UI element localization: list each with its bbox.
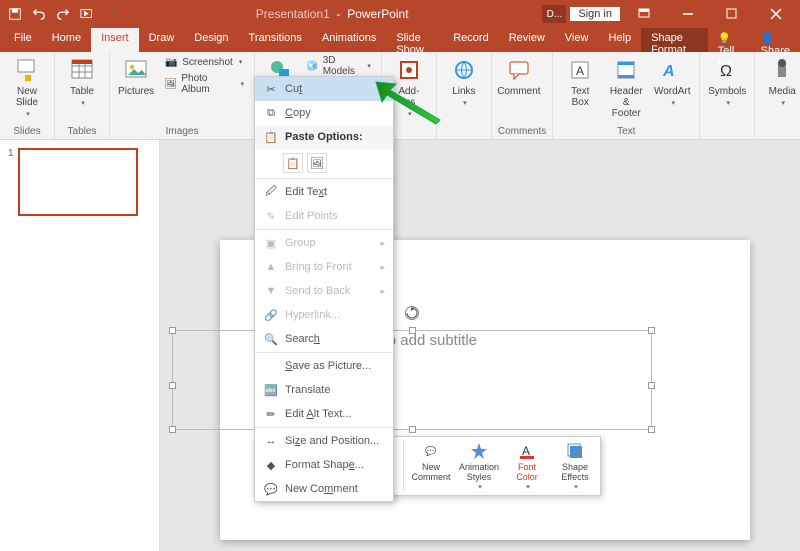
mini-shape-effects[interactable]: Shape Effects — [554, 441, 596, 491]
media-button[interactable]: Media — [761, 54, 800, 109]
edit-text-icon: 🖉 — [263, 184, 279, 200]
tab-help[interactable]: Help — [598, 28, 641, 52]
start-from-beginning-icon[interactable] — [76, 3, 98, 25]
ctx-hyperlink: 🔗Hyperlink... — [255, 303, 393, 327]
comment-icon: 💬 — [263, 481, 279, 497]
group-label-images: Images — [116, 125, 248, 137]
ctx-format-shape[interactable]: ◆Format Shape... — [255, 453, 393, 477]
tab-shape-format[interactable]: Shape Format — [641, 28, 708, 52]
svg-text:Ω: Ω — [720, 63, 732, 80]
copy-icon: ⧉ — [263, 105, 279, 121]
tab-slideshow[interactable]: Slide Show — [386, 28, 443, 52]
share-button[interactable]: 👤 Share — [751, 28, 800, 52]
title-bar: Presentation1 - PowerPoint D... Sign in — [0, 0, 800, 28]
mini-new-comment[interactable]: 💬New Comment — [410, 441, 452, 491]
ctx-search[interactable]: 🔍Search — [255, 327, 393, 351]
ctx-new-comment[interactable]: 💬New Comment — [255, 477, 393, 501]
pictures-button[interactable]: Pictures — [116, 54, 156, 99]
links-button[interactable]: Links — [443, 54, 485, 109]
subtitle-placeholder[interactable]: Click to add subtitle — [172, 310, 652, 430]
paste-keep-formatting[interactable]: 📋 — [283, 153, 303, 173]
ribbon-display-icon[interactable] — [624, 0, 664, 28]
sign-in-button[interactable]: Sign in — [570, 7, 620, 21]
ribbon: New Slide Slides Table Tables Pictures 📷… — [0, 52, 800, 140]
group-icon: ▣ — [263, 235, 279, 251]
tab-draw[interactable]: Draw — [139, 28, 185, 52]
group-label-slides: Slides — [6, 125, 48, 137]
link-icon: 🔗 — [263, 307, 279, 323]
ctx-send-to-back: ▼Send to Back — [255, 279, 393, 303]
symbols-button[interactable]: ΩSymbols — [706, 54, 748, 109]
alt-text-icon: ✏ — [263, 406, 279, 422]
mini-animation-styles[interactable]: Animation Styles — [458, 441, 500, 491]
paste-icon: 📋 — [263, 129, 279, 145]
format-shape-icon: ◆ — [263, 457, 279, 473]
ctx-translate[interactable]: 🔤Translate — [255, 378, 393, 402]
3d-models-button[interactable]: 🧊3D Models — [302, 54, 375, 78]
translate-icon: 🔤 — [263, 382, 279, 398]
undo-icon[interactable] — [28, 3, 50, 25]
slide-thumbnail[interactable] — [18, 148, 138, 216]
send-back-icon: ▼ — [263, 283, 279, 299]
tell-me-button[interactable]: 💡 Tell me — [708, 28, 751, 52]
ctx-edit-alt-text[interactable]: ✏Edit Alt Text... — [255, 402, 393, 426]
ribbon-tabs: File Home Insert Draw Design Transitions… — [0, 28, 800, 52]
comment-button[interactable]: Comment — [498, 54, 540, 99]
window-title: Presentation1 - PowerPoint — [122, 7, 542, 21]
bring-front-icon: ▲ — [263, 259, 279, 275]
photo-album-button[interactable]: 🖼Photo Album — [160, 72, 248, 96]
rotation-handle-icon[interactable] — [405, 306, 419, 320]
ctx-copy[interactable]: ⧉Copy — [255, 101, 393, 125]
paste-picture[interactable]: 🖼 — [307, 153, 327, 173]
search-icon: 🔍 — [263, 331, 279, 347]
tab-transitions[interactable]: Transitions — [239, 28, 312, 52]
minimize-icon[interactable] — [668, 0, 708, 28]
tab-insert[interactable]: Insert — [91, 28, 139, 52]
size-icon: ↔ — [263, 433, 279, 449]
svg-text:A: A — [522, 444, 530, 458]
mini-font-color[interactable]: AFont Color — [506, 441, 548, 491]
ctx-edit-text[interactable]: 🖉Edit Text — [255, 180, 393, 204]
maximize-icon[interactable] — [712, 0, 752, 28]
addins-button[interactable]: Add- ins — [388, 54, 430, 120]
quick-access-toolbar — [4, 3, 122, 25]
ctx-size-position[interactable]: ↔Size and Position... — [255, 429, 393, 453]
cut-icon: ✂ — [263, 81, 279, 97]
autosave-icon[interactable] — [4, 3, 26, 25]
qat-more-icon[interactable] — [100, 3, 122, 25]
screenshot-button[interactable]: 📷Screenshot — [160, 54, 248, 70]
tab-file[interactable]: File — [4, 28, 42, 52]
context-menu: ✂Cut ⧉Copy 📋Paste Options: 📋 🖼 🖉Edit Tex… — [254, 76, 394, 502]
redo-icon[interactable] — [52, 3, 74, 25]
wordart-button[interactable]: AWordArt — [651, 54, 693, 109]
tab-animations[interactable]: Animations — [312, 28, 386, 52]
header-footer-button[interactable]: Header & Footer — [605, 54, 647, 121]
ctx-cut[interactable]: ✂Cut — [255, 77, 393, 101]
ctx-edit-points: ✎Edit Points — [255, 204, 393, 228]
ctx-paste-options: 📋 🖼 — [255, 149, 393, 177]
close-icon[interactable] — [756, 0, 796, 28]
tab-design[interactable]: Design — [184, 28, 238, 52]
tab-view[interactable]: View — [555, 28, 599, 52]
thumbnail-number: 1 — [8, 148, 14, 216]
account-badge[interactable]: D... — [542, 5, 566, 23]
group-label-text: Text — [559, 125, 693, 137]
edit-points-icon: ✎ — [263, 208, 279, 224]
svg-text:A: A — [576, 64, 584, 78]
ctx-group: ▣Group — [255, 231, 393, 255]
tab-review[interactable]: Review — [499, 28, 555, 52]
slide-thumbnail-panel: 1 — [0, 140, 160, 551]
ctx-bring-to-front: ▲Bring to Front — [255, 255, 393, 279]
tab-home[interactable]: Home — [42, 28, 91, 52]
ctx-save-as-picture[interactable]: Save as Picture... — [255, 354, 393, 378]
text-box-button[interactable]: AText Box — [559, 54, 601, 110]
group-label-tables: Tables — [61, 125, 103, 137]
table-button[interactable]: Table — [61, 54, 103, 109]
ctx-paste-header: 📋Paste Options: — [255, 125, 393, 149]
new-slide-button[interactable]: New Slide — [6, 54, 48, 120]
tab-record[interactable]: Record — [443, 28, 498, 52]
svg-text:A: A — [662, 63, 675, 80]
group-label-comments: Comments — [498, 125, 546, 137]
